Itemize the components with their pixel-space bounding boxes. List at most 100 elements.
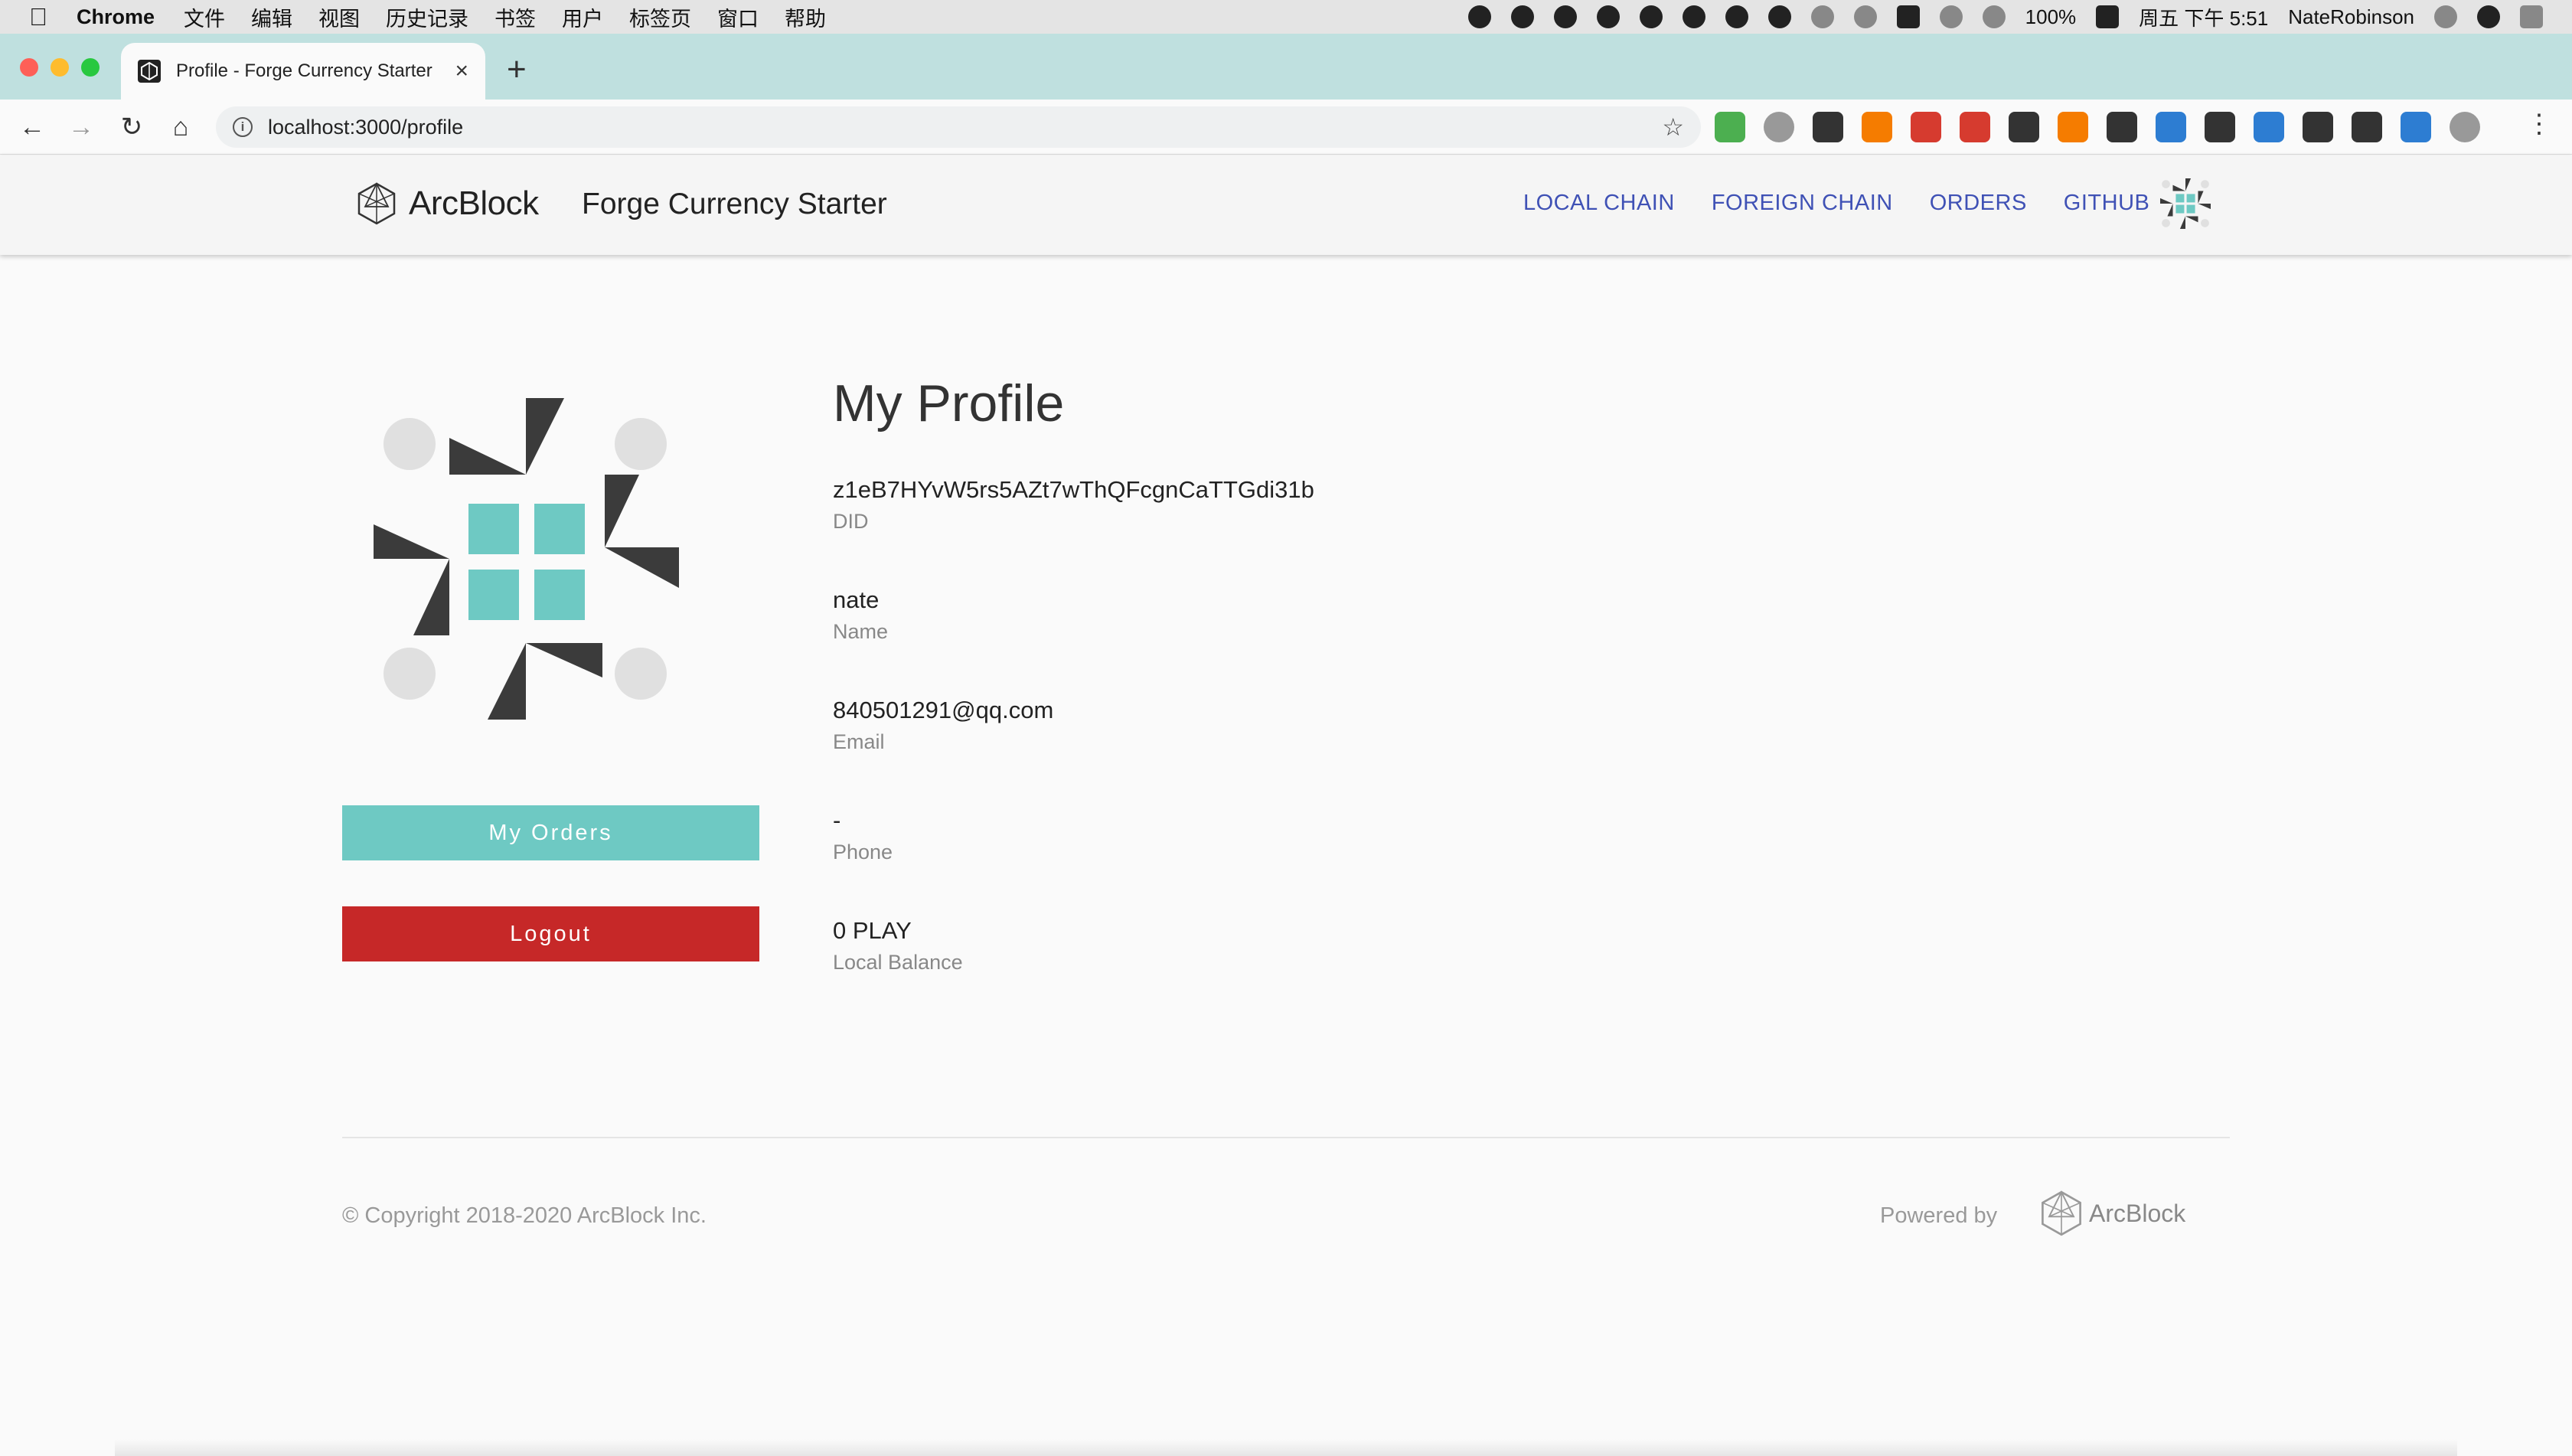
extension-page-icon[interactable] (2107, 112, 2137, 142)
extension-bw-icon[interactable] (2009, 112, 2039, 142)
tray-send-icon[interactable] (1682, 5, 1705, 28)
menubar-user[interactable]: NateRobinson (2288, 5, 2414, 29)
siri-icon[interactable] (2477, 5, 2500, 28)
tray-qq-icon[interactable] (1596, 5, 1620, 28)
address-bar[interactable]: i localhost:3000/profile ☆ (216, 106, 1701, 148)
name-value: nate (833, 586, 880, 613)
tray-time-machine-icon[interactable] (1810, 5, 1834, 28)
extension-function-icon[interactable] (2303, 112, 2333, 142)
forward-arrow-icon[interactable]: → (63, 109, 100, 145)
menu-bookmarks[interactable]: 书签 (494, 2, 536, 32)
notification-center-icon[interactable] (2520, 5, 2543, 28)
menubar-clock[interactable]: 周五 下午 5:51 (2139, 3, 2268, 31)
extension-swirl-icon[interactable] (1862, 112, 1892, 142)
extension-n-icon[interactable] (2401, 112, 2431, 142)
app-header: ArcBlock Forge Currency Starter LOCAL CH… (0, 155, 2572, 255)
arcblock-logo-icon (357, 181, 396, 225)
extension-chart-icon[interactable] (2205, 112, 2235, 142)
address-bar-url[interactable]: localhost:3000/profile (268, 116, 463, 139)
window-zoom-button[interactable] (81, 58, 100, 77)
extension-g-icon[interactable] (1960, 112, 1990, 142)
logo-text: ArcBlock (409, 184, 539, 222)
reload-icon[interactable]: ↻ (113, 109, 150, 145)
apple-icon[interactable]:  (29, 3, 47, 31)
email-value: 840501291@qq.com (833, 697, 1054, 723)
tray-wechat-icon[interactable] (1639, 5, 1663, 28)
nav-local-chain[interactable]: LOCAL CHAIN (1523, 191, 1675, 216)
battery-percentage: 100% (2025, 5, 2077, 28)
back-arrow-icon[interactable]: ← (14, 109, 51, 145)
menu-tab[interactable]: 标签页 (629, 2, 691, 32)
tray-grammarly-icon[interactable] (1553, 5, 1577, 28)
extension-metamask-icon[interactable] (2058, 112, 2088, 142)
battery-icon[interactable] (2096, 5, 2120, 28)
logout-button[interactable]: Logout (342, 906, 759, 961)
extension-beta-icon[interactable] (1715, 112, 1745, 142)
my-orders-button[interactable]: My Orders (342, 805, 759, 860)
menu-window[interactable]: 窗口 (717, 2, 759, 32)
profile-field-email: 840501291@qq.com Email (833, 697, 1053, 754)
menu-history[interactable]: 历史记录 (386, 2, 468, 32)
menu-app-name[interactable]: Chrome (77, 5, 155, 29)
browser-tab-strip: Profile - Forge Currency Starter × + (0, 34, 2572, 100)
page-title: My Profile (833, 374, 1065, 433)
menu-help[interactable]: 帮助 (785, 2, 826, 32)
profile-avatar-icon[interactable] (2450, 112, 2480, 142)
menu-people[interactable]: 用户 (562, 2, 603, 32)
footer-arcblock-icon (2042, 1190, 2081, 1236)
site-info-icon[interactable]: i (233, 117, 253, 137)
menu-edit[interactable]: 编辑 (251, 2, 292, 32)
nav-orders[interactable]: ORDERS (1930, 191, 2027, 216)
tray-input-method-icon[interactable] (1896, 5, 1920, 28)
site-title[interactable]: Forge Currency Starter (582, 188, 887, 221)
chrome-menu-icon[interactable]: ⋮ (2526, 109, 2552, 139)
profile-avatar-image (374, 398, 679, 720)
extension-mask-icon[interactable] (1813, 112, 1843, 142)
bookmark-star-icon[interactable]: ☆ (1662, 113, 1684, 142)
home-icon[interactable]: ⌂ (162, 109, 199, 145)
profile-field-balance: 0 PLAY Local Balance (833, 917, 963, 974)
extensions-bar (1715, 112, 2480, 142)
did-label: DID (833, 510, 869, 533)
phone-value: - (833, 807, 841, 834)
extension-grid-icon[interactable] (2156, 112, 2186, 142)
tray-evernote-icon[interactable] (1510, 5, 1534, 28)
window-minimize-button[interactable] (51, 58, 69, 77)
profile-field-phone: - Phone (833, 807, 893, 864)
nav-github[interactable]: GITHUB (2064, 191, 2150, 216)
tray-bluetooth-icon[interactable] (1853, 5, 1877, 28)
arcblock-favicon-icon (138, 60, 161, 83)
header-user-avatar[interactable] (2160, 178, 2211, 229)
window-bottom-shadow (115, 1439, 2457, 1456)
email-label: Email (833, 730, 885, 753)
footer-copyright: © Copyright 2018-2020 ArcBlock Inc. (342, 1203, 707, 1228)
menu-view[interactable]: 视图 (318, 2, 360, 32)
extension-screen-icon[interactable] (2254, 112, 2284, 142)
tray-search-icon[interactable] (1467, 5, 1491, 28)
tab-close-icon[interactable]: × (455, 58, 468, 84)
spotlight-icon[interactable] (2434, 5, 2457, 28)
footer-arcblock-logo[interactable]: ArcBlock (2040, 1190, 2185, 1237)
window-close-button[interactable] (20, 58, 38, 77)
extension-panda-icon[interactable] (2352, 112, 2382, 142)
main-nav: LOCAL CHAIN FOREIGN CHAIN ORDERS GITHUB (1523, 191, 2149, 216)
tray-wifi-icon[interactable] (1939, 5, 1963, 28)
browser-toolbar: ← → ↻ ⌂ i localhost:3000/profile ☆ ⋮ (0, 100, 2572, 155)
extension-sheet-icon[interactable] (1764, 112, 1794, 142)
profile-field-name: nate Name (833, 586, 888, 644)
extension-gmail-icon[interactable] (1911, 112, 1941, 142)
footer-divider (342, 1137, 2230, 1138)
new-tab-button[interactable]: + (507, 51, 527, 89)
profile-field-did: z1eB7HYvW5rs5AZt7wThQFcgnCaTTGdi31b DID (833, 476, 1314, 534)
tray-volume-icon[interactable] (1982, 5, 2006, 28)
arcblock-logo[interactable]: ArcBlock (357, 181, 539, 226)
name-label: Name (833, 620, 889, 643)
phone-label: Phone (833, 841, 893, 863)
tray-bell-icon[interactable] (1725, 5, 1748, 28)
did-value: z1eB7HYvW5rs5AZt7wThQFcgnCaTTGdi31b (833, 476, 1314, 503)
menu-file[interactable]: 文件 (184, 2, 225, 32)
browser-tab-active[interactable]: Profile - Forge Currency Starter × (121, 43, 485, 100)
macos-menu-bar:  Chrome 文件 编辑 视图 历史记录 书签 用户 标签页 窗口 帮助 1… (0, 0, 2572, 34)
nav-foreign-chain[interactable]: FOREIGN CHAIN (1712, 191, 1893, 216)
tray-p-icon[interactable] (1767, 5, 1791, 28)
